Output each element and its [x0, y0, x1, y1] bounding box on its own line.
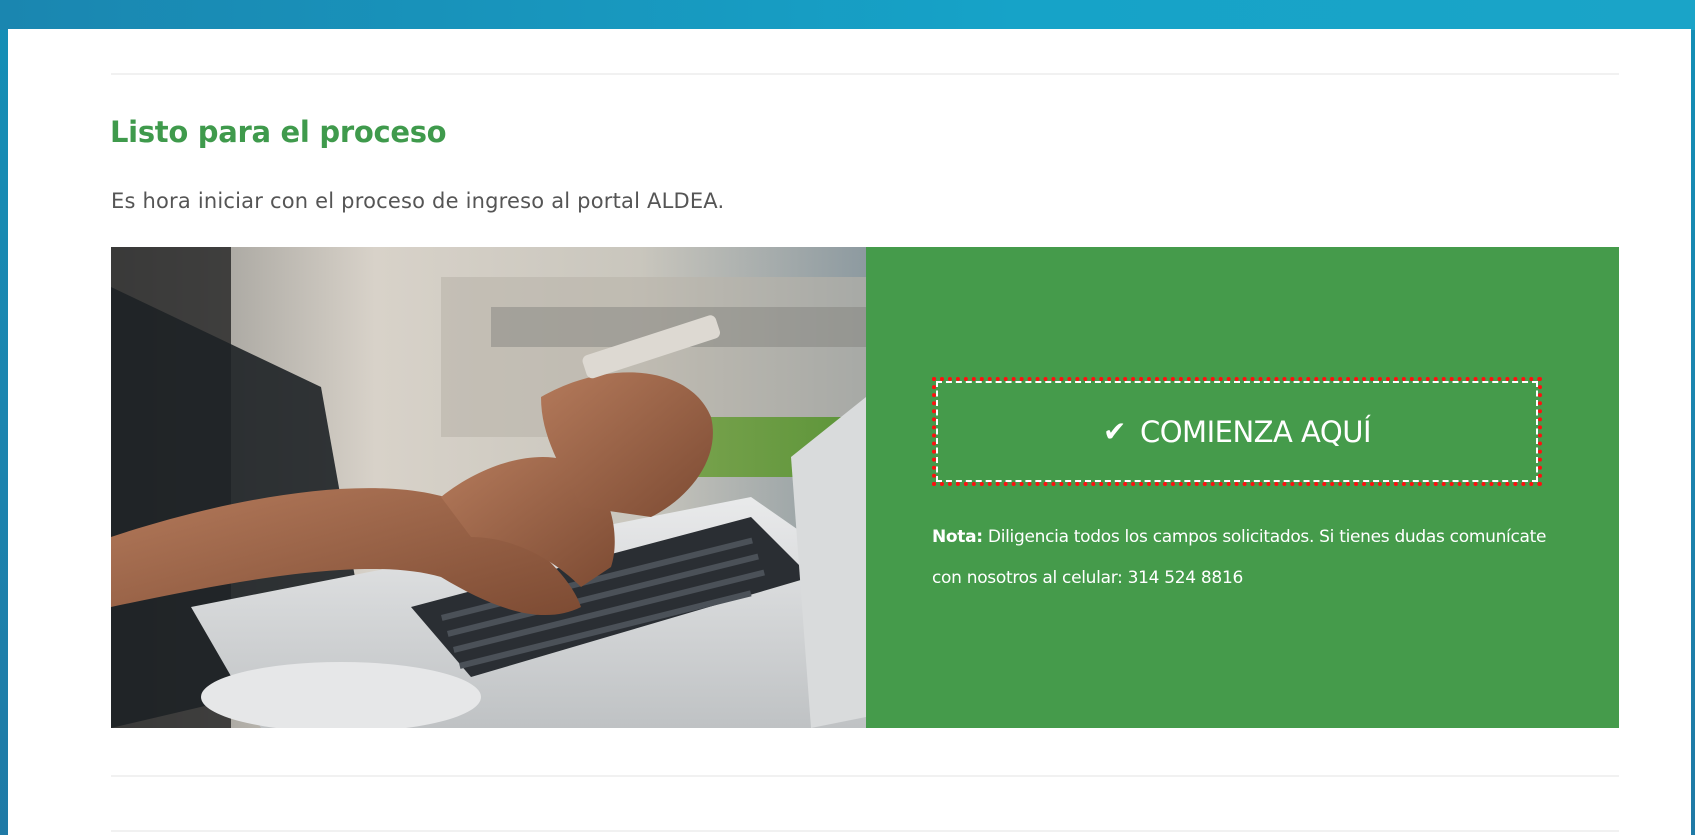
laptop-phone-photo — [111, 247, 866, 728]
check-icon: ✔ — [1103, 415, 1126, 448]
start-card: ✔ COMIENZA AQUÍ Nota: Diligencia todos l… — [111, 247, 1619, 728]
note-text: Diligencia todos los campos solicitados.… — [932, 527, 1547, 588]
page-content: Listo para el proceso Es hora iniciar co… — [8, 29, 1691, 835]
top-frame-bar — [0, 0, 1695, 30]
help-note: Nota: Diligencia todos los campos solici… — [932, 517, 1572, 599]
top-divider — [111, 73, 1619, 75]
comienza-aqui-label: COMIENZA AQUÍ — [1139, 414, 1372, 449]
start-panel: ✔ COMIENZA AQUÍ Nota: Diligencia todos l… — [866, 247, 1619, 728]
footer-divider — [111, 830, 1619, 832]
section-title: Listo para el proceso — [110, 115, 447, 149]
comienza-aqui-button[interactable]: ✔ COMIENZA AQUÍ — [932, 377, 1542, 486]
note-prefix: Nota: — [932, 527, 983, 547]
section-description: Es hora iniciar con el proceso de ingres… — [111, 189, 725, 213]
bottom-divider — [111, 775, 1619, 777]
